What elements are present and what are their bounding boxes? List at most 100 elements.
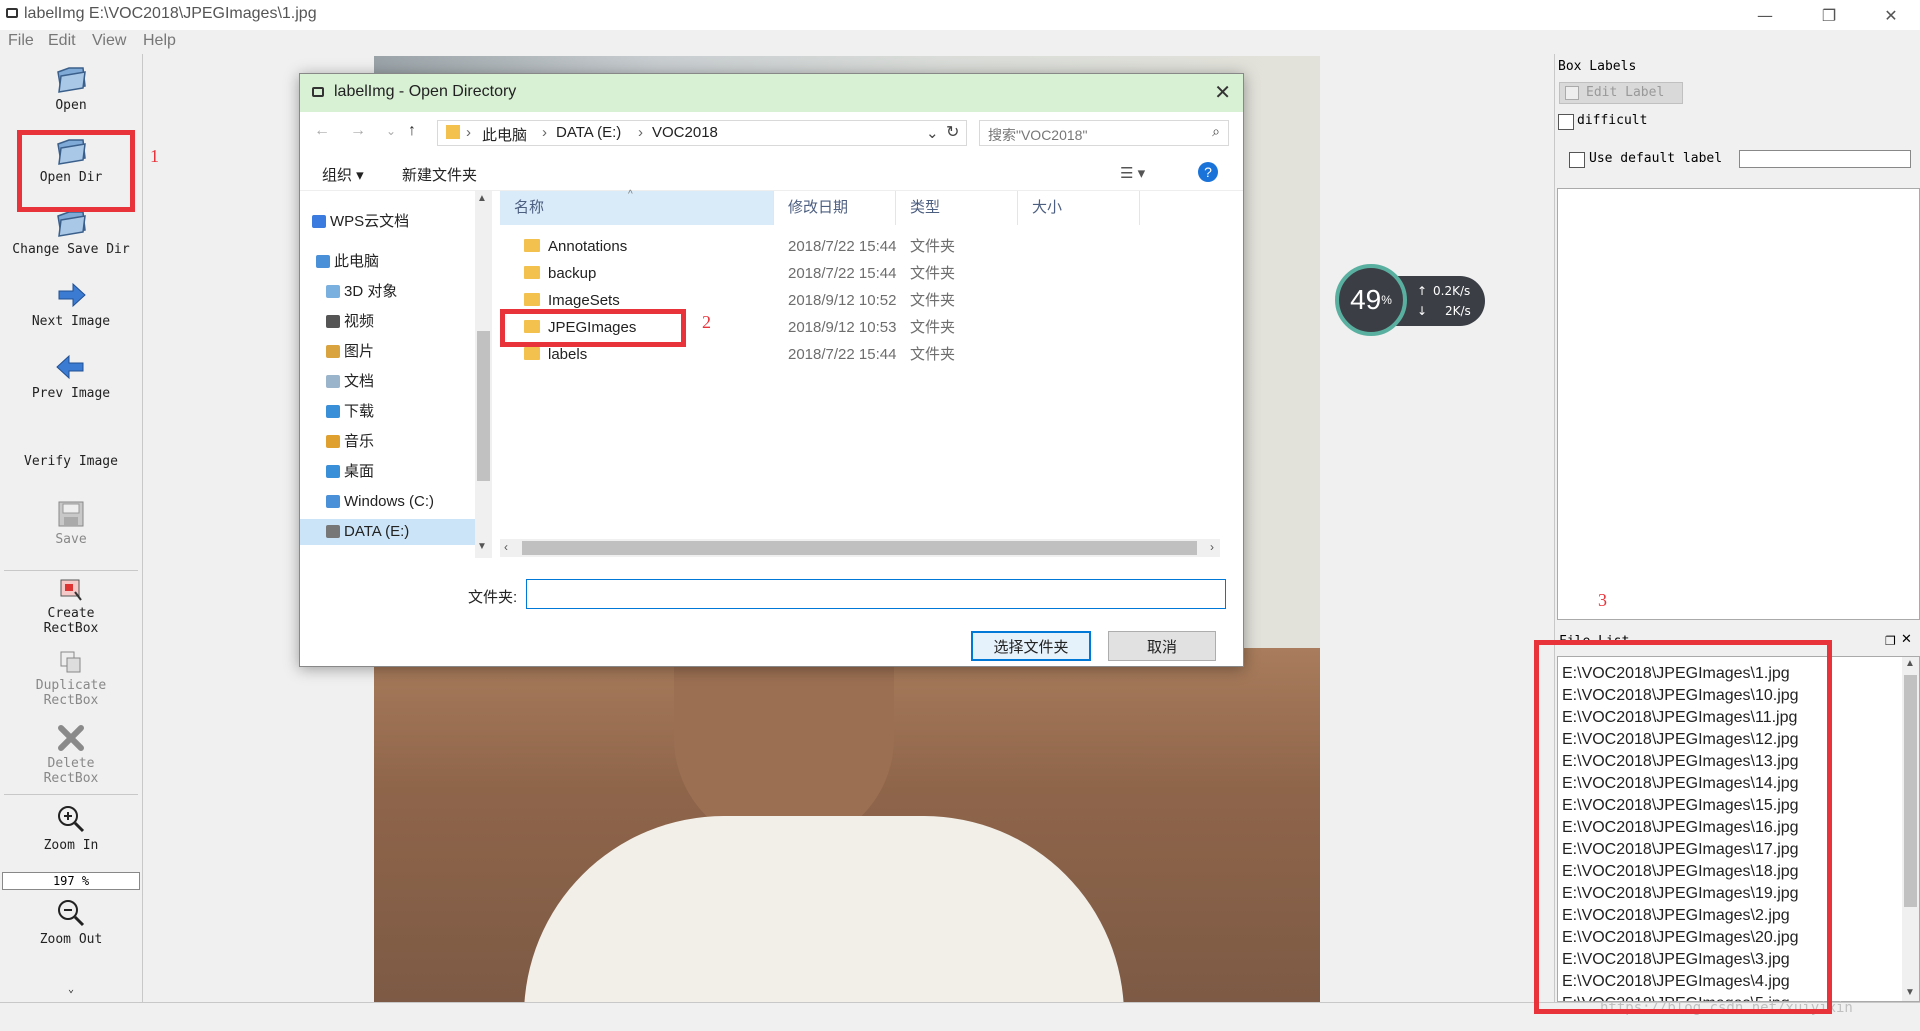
delete-rectbox-label-2: RectBox <box>43 771 99 786</box>
column-date[interactable]: 修改日期 <box>774 191 896 225</box>
help-icon[interactable]: ? <box>1198 162 1218 182</box>
scroll-left-icon[interactable]: ‹ <box>504 540 508 554</box>
folder-icon <box>524 266 540 279</box>
next-image-button[interactable]: Next Image <box>0 280 142 329</box>
column-name[interactable]: 名称 <box>500 191 774 225</box>
nav-scrollbar[interactable]: ▲ ▼ <box>475 191 492 558</box>
path-breadcrumb[interactable]: › 此电脑 › DATA (E:) › VOC2018 ⌄ ↻ <box>437 120 967 146</box>
window-title: labelImg E:\VOC2018\JPEGImages\1.jpg <box>24 5 317 22</box>
folder-input[interactable] <box>526 579 1226 609</box>
nav-item[interactable]: DATA (E:) <box>300 519 475 545</box>
search-input[interactable]: 搜索"VOC2018" ⌕ <box>979 120 1229 146</box>
select-folder-button[interactable]: 选择文件夹 <box>971 631 1091 661</box>
minimize-button[interactable]: — <box>1742 0 1788 30</box>
scroll-up-icon[interactable]: ▲ <box>477 193 487 204</box>
breadcrumb-item[interactable]: 此电脑 <box>482 124 527 145</box>
zoom-out-button[interactable]: Zoom Out <box>0 898 142 947</box>
default-label-input[interactable] <box>1739 150 1911 168</box>
menu-help[interactable]: Help <box>143 32 176 50</box>
nav-item-label: 桌面 <box>344 463 375 480</box>
cpu-percent: 49 <box>1350 284 1382 315</box>
next-image-label: Next Image <box>31 314 111 329</box>
duplicate-rectbox-button[interactable]: Duplicate RectBox <box>0 650 142 708</box>
nav-item[interactable]: Windows (C:) <box>300 489 475 515</box>
file-date: 2018/7/22 15:44 <box>788 238 897 255</box>
nav-item-label: WPS云文档 <box>330 213 410 230</box>
change-save-dir-button[interactable]: Change Save Dir <box>0 208 142 257</box>
file-type: 文件夹 <box>910 346 956 363</box>
close-button[interactable]: ✕ <box>1868 0 1914 30</box>
nav-item[interactable]: 下载 <box>300 399 475 425</box>
view-options-icon[interactable]: ☰ ▾ <box>1120 164 1145 182</box>
nav-item[interactable]: 视频 <box>300 309 475 335</box>
dock-close-icon[interactable]: ✕ <box>1901 632 1912 647</box>
scroll-thumb[interactable] <box>1904 675 1917 907</box>
save-label: Save <box>55 532 87 547</box>
address-bar: ← → ⌄ ↑ › 此电脑 › DATA (E:) › VOC2018 ⌄ ↻ … <box>300 112 1243 152</box>
file-list-scrollbar[interactable]: ▲ ▼ <box>1902 657 1919 1001</box>
recent-chevron-icon[interactable]: ⌄ <box>386 124 396 138</box>
scroll-thumb[interactable] <box>522 541 1197 555</box>
nav-item[interactable]: 音乐 <box>300 429 475 455</box>
nav-item-icon <box>326 495 340 508</box>
scroll-down-icon[interactable]: ▼ <box>1905 987 1915 998</box>
duplicate-icon <box>60 651 81 673</box>
difficult-checkbox[interactable] <box>1558 114 1574 130</box>
duplicate-rectbox-label-1: Duplicate <box>35 678 107 693</box>
open-button[interactable]: Open <box>0 64 142 113</box>
breadcrumb-item[interactable]: VOC2018 <box>652 124 718 141</box>
toolbar-more-chevron-icon[interactable]: ⌄ <box>0 984 142 995</box>
folder-icon <box>524 293 540 306</box>
back-arrow-icon[interactable]: ← <box>314 122 330 140</box>
menu-bar: File Edit View Help <box>0 30 1920 54</box>
undock-icon[interactable]: ❐ <box>1885 634 1896 648</box>
scroll-thumb[interactable] <box>477 331 490 481</box>
menu-edit[interactable]: Edit <box>48 32 76 50</box>
use-default-label-checkbox[interactable] <box>1569 152 1585 168</box>
arrow-left-icon <box>56 354 84 380</box>
nav-item[interactable]: 图片 <box>300 339 475 365</box>
box-label-list[interactable] <box>1557 188 1920 620</box>
restore-button[interactable]: ❐ <box>1806 0 1852 30</box>
scroll-up-icon[interactable]: ▲ <box>1905 658 1915 669</box>
save-button[interactable]: Save <box>0 500 142 547</box>
up-arrow-icon[interactable]: ↑ <box>408 122 416 140</box>
verify-image-button[interactable]: Verify Image <box>0 454 142 469</box>
create-rectbox-button[interactable]: Create RectBox <box>0 578 142 636</box>
menu-view[interactable]: View <box>92 32 126 50</box>
breadcrumb-item[interactable]: DATA (E:) <box>556 124 621 141</box>
folder-open-icon <box>57 67 86 93</box>
column-size[interactable]: 大小 <box>1018 191 1140 225</box>
nav-item-label: 文档 <box>344 373 375 390</box>
nav-item[interactable]: WPS云文档 <box>300 209 475 235</box>
file-row[interactable]: Annotations 2018/7/22 15:44 文件夹 <box>500 233 1243 260</box>
zoom-value-field[interactable]: 197 % <box>2 872 140 890</box>
forward-arrow-icon[interactable]: → <box>350 122 366 140</box>
nav-item[interactable]: 此电脑 <box>300 249 475 275</box>
download-speed: 2K/s <box>1445 304 1471 318</box>
file-row[interactable]: backup 2018/7/22 15:44 文件夹 <box>500 260 1243 287</box>
scroll-down-icon[interactable]: ▼ <box>477 541 487 552</box>
nav-item[interactable]: 桌面 <box>300 459 475 485</box>
nav-item[interactable]: 3D 对象 <box>300 279 475 305</box>
column-type[interactable]: 类型 <box>896 191 1018 225</box>
horizontal-scrollbar[interactable]: ‹ › <box>500 539 1220 557</box>
prev-image-button[interactable]: Prev Image <box>0 352 142 401</box>
file-pane: 名称 ^ 修改日期 类型 大小 Annotations 2018/7/22 15:… <box>500 189 1243 558</box>
zoom-in-button[interactable]: Zoom In <box>0 804 142 853</box>
nav-item[interactable]: 文档 <box>300 369 475 395</box>
change-save-dir-label: Change Save Dir <box>12 242 130 257</box>
refresh-icon[interactable]: ↻ <box>946 122 959 142</box>
dialog-close-icon[interactable]: ✕ <box>1214 80 1231 105</box>
delete-rectbox-label-1: Delete <box>47 756 95 771</box>
nav-item-label: 此电脑 <box>334 253 380 270</box>
scroll-right-icon[interactable]: › <box>1210 540 1214 554</box>
new-folder-button[interactable]: 新建文件夹 <box>402 164 477 185</box>
menu-file[interactable]: File <box>8 32 34 50</box>
organize-button[interactable]: 组织 ▾ <box>322 164 364 185</box>
delete-rectbox-button[interactable]: Delete RectBox <box>0 724 142 786</box>
create-rectbox-label-2: RectBox <box>43 621 99 636</box>
cancel-button[interactable]: 取消 <box>1108 631 1216 661</box>
path-dropdown-icon[interactable]: ⌄ <box>926 124 939 142</box>
nav-item-icon <box>326 345 340 358</box>
